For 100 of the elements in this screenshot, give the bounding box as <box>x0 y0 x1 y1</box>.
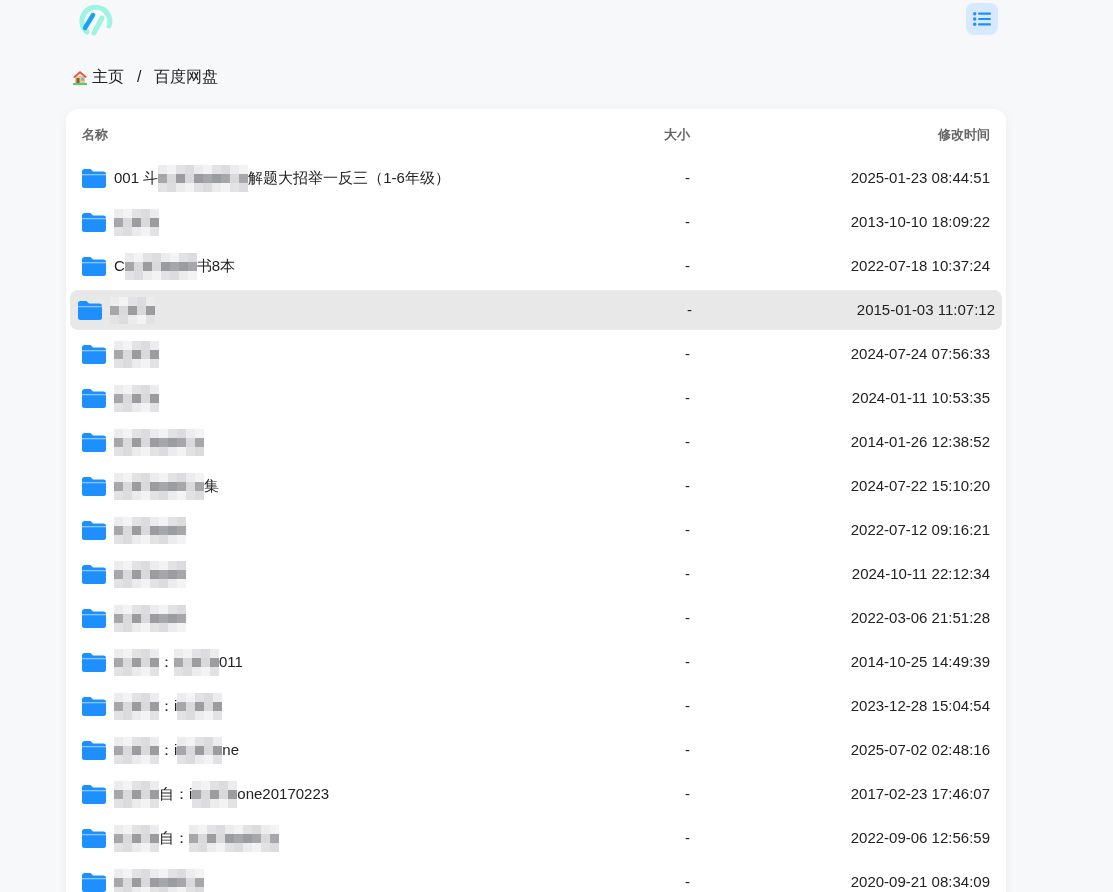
file-name: one20170223 <box>237 783 330 804</box>
column-header: 大小 <box>663 126 690 144</box>
size-text: - <box>685 872 690 890</box>
folder-icon <box>82 344 106 364</box>
modified-time: 2024-07-22 15:10:20 <box>850 476 990 494</box>
file-row[interactable]: - 2024-07-24 07:56:33 <box>70 334 1002 374</box>
folder-icon <box>82 872 106 892</box>
size-text: - <box>685 564 690 582</box>
list-icon <box>973 12 991 26</box>
folder-icon <box>82 784 106 804</box>
menu-button[interactable] <box>966 3 998 35</box>
modified-time: 2023-12-28 15:04:54 <box>850 696 990 714</box>
folder-icon <box>82 564 106 584</box>
pixelated-block <box>114 780 159 808</box>
size-text: - <box>685 476 690 494</box>
size-text: - <box>685 168 690 186</box>
size-text: - <box>685 388 690 406</box>
modified-time: 2024-10-11 22:12:34 <box>851 564 990 582</box>
modified-time: 2022-07-12 09:16:21 <box>850 520 990 538</box>
file-row[interactable]: - 2013-10-10 18:09:22 <box>70 202 1002 242</box>
modified-time: 2025-07-02 02:48:16 <box>850 740 990 758</box>
file-name: ： <box>159 651 174 672</box>
pixelated-block <box>192 780 238 808</box>
pixelated-block <box>114 604 186 632</box>
file-row[interactable]: 集 - 2024-07-22 15:10:20 <box>70 466 1002 506</box>
file-row[interactable]: ：i ne - 2025-07-02 02:48:16 <box>70 730 1002 770</box>
file-name: 书8本 <box>196 255 236 276</box>
folder-icon <box>82 168 106 188</box>
file-row[interactable]: ： 011 - 2014-10-25 14:49:39 <box>70 642 1002 682</box>
size-text: - <box>685 740 690 758</box>
breadcrumb-link[interactable]: 主页 <box>72 65 124 89</box>
pixelated-block <box>114 560 186 588</box>
file-row[interactable]: - 2024-10-11 22:12:34 <box>70 554 1002 594</box>
file-name: 自：i <box>159 783 193 804</box>
folder-icon <box>82 388 106 408</box>
modified-time: 2022-03-06 21:51:28 <box>850 608 990 626</box>
size-text: - <box>685 432 690 450</box>
pixelated-block <box>114 208 159 236</box>
pixelated-block <box>114 384 159 412</box>
pixelated-block <box>177 692 223 720</box>
pixelated-block <box>114 736 159 764</box>
pixelated-block <box>110 296 155 324</box>
file-name: 011 <box>219 651 243 672</box>
file-row[interactable]: ：i - 2023-12-28 15:04:54 <box>70 686 1002 726</box>
file-name: C <box>114 255 125 276</box>
pixelated-block <box>177 736 223 764</box>
modified-time: 2024-07-24 07:56:33 <box>850 344 990 362</box>
pixelated-block <box>114 692 159 720</box>
file-row[interactable]: - 2022-03-06 21:51:28 <box>70 598 1002 638</box>
file-name: 001 斗 <box>114 167 159 188</box>
folder-icon <box>82 520 106 540</box>
file-row[interactable]: 自：i one20170223 - 2017-02-23 17:46:07 <box>70 774 1002 814</box>
modified-time: 2020-09-21 08:34:09 <box>850 872 990 890</box>
column-header: 修改时间 <box>936 126 990 144</box>
folder-icon <box>82 608 106 628</box>
folder-icon <box>82 432 106 452</box>
pixelated-block <box>114 824 159 852</box>
modified-time: 2022-07-18 10:37:24 <box>850 256 990 274</box>
folder-icon <box>82 652 106 672</box>
folder-icon <box>82 256 106 276</box>
file-row[interactable]: - 2015-01-03 11:07:12 <box>70 290 1002 330</box>
size-text: - <box>687 300 692 318</box>
size-text: - <box>685 784 690 802</box>
modified-time: 2015-01-03 11:07:12 <box>856 300 995 318</box>
folder-icon <box>78 300 102 320</box>
house-icon <box>72 69 88 85</box>
size-text: - <box>685 344 690 362</box>
file-row[interactable]: 自： - 2022-09-06 12:56:59 <box>70 818 1002 858</box>
modified-time: 2022-09-06 12:56:59 <box>850 828 990 846</box>
size-text: - <box>685 608 690 626</box>
file-row[interactable]: - 2014-01-26 12:38:52 <box>70 422 1002 462</box>
pixelated-block <box>114 648 159 676</box>
file-row[interactable]: C 书8本 - 2022-07-18 10:37:24 <box>70 246 1002 286</box>
file-row[interactable]: - 2024-01-11 10:53:35 <box>70 378 1002 418</box>
modified-time: 2024-01-11 10:53:35 <box>851 388 990 406</box>
logo-icon <box>79 3 113 37</box>
folder-icon <box>82 696 106 716</box>
size-text: - <box>685 212 690 230</box>
file-name: ：i <box>159 739 178 760</box>
pixelated-block <box>114 340 159 368</box>
breadcrumb-separator: / <box>137 67 142 87</box>
file-row[interactable]: 001 斗 解题大招举一反三（1-6年级） - 2025-01-23 08:44:51 <box>70 158 1002 198</box>
file-name: 自： <box>159 827 189 848</box>
folder-icon <box>82 212 106 232</box>
folder-icon <box>82 740 106 760</box>
modified-time: 2013-10-10 18:09:22 <box>850 212 990 230</box>
file-name: 解题大招举一反三（1-6年级） <box>248 167 450 188</box>
column-header: 名称 <box>82 126 109 144</box>
modified-time: 2014-01-26 12:38:52 <box>850 432 990 450</box>
size-text: - <box>685 520 690 538</box>
size-text: - <box>685 256 690 274</box>
breadcrumb-current: 百度网盘 <box>154 67 219 87</box>
modified-time: 2014-10-25 14:49:39 <box>850 652 990 670</box>
modified-time: 2017-02-23 17:46:07 <box>850 784 990 802</box>
file-row[interactable]: - 2022-07-12 09:16:21 <box>70 510 1002 550</box>
pixelated-block <box>114 516 186 544</box>
file-row[interactable]: - 2020-09-21 08:34:09 <box>70 862 1002 892</box>
file-name: ne <box>222 739 240 760</box>
size-text: - <box>685 828 690 846</box>
size-text: - <box>685 696 690 714</box>
